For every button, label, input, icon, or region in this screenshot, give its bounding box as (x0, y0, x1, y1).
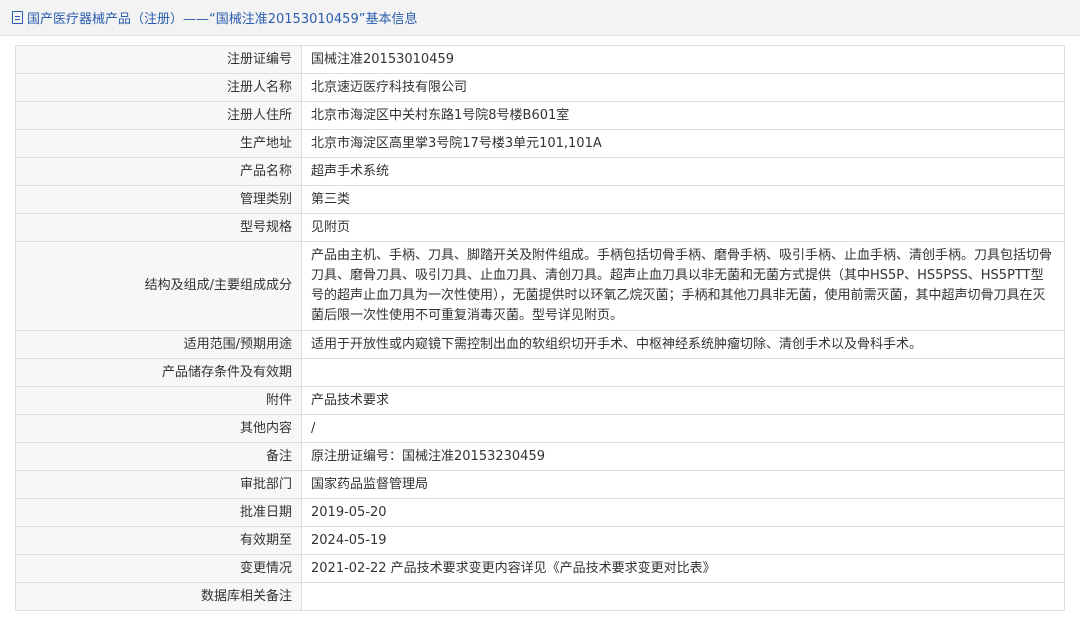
info-table-container: 注册证编号 国械注准20153010459 注册人名称 北京速迈医疗科技有限公司… (15, 45, 1065, 611)
document-icon (12, 11, 23, 24)
table-row: 审批部门 国家药品监督管理局 (15, 470, 1065, 499)
row-label: 产品名称 (15, 157, 302, 186)
row-value: 北京市海淀区中关村东路1号院8号楼B601室 (301, 101, 1065, 130)
table-row: 型号规格 见附页 (15, 213, 1065, 242)
info-table: 注册证编号 国械注准20153010459 注册人名称 北京速迈医疗科技有限公司… (15, 45, 1065, 611)
row-label: 附件 (15, 386, 302, 415)
table-row: 备注 原注册证编号：国械注准20153230459 (15, 442, 1065, 471)
row-label: 注册人住所 (15, 101, 302, 130)
table-row: 注册人住所 北京市海淀区中关村东路1号院8号楼B601室 (15, 101, 1065, 130)
page-header: 国产医疗器械产品（注册）——“国械注准20153010459”基本信息 (0, 0, 1080, 36)
row-value: 2024-05-19 (301, 526, 1065, 555)
row-value: 北京速迈医疗科技有限公司 (301, 73, 1065, 102)
row-label: 注册证编号 (15, 45, 302, 74)
table-row: 产品储存条件及有效期 (15, 358, 1065, 387)
table-row: 管理类别 第三类 (15, 185, 1065, 214)
row-value: 超声手术系统 (301, 157, 1065, 186)
row-value: 产品技术要求 (301, 386, 1065, 415)
row-value: 2021-02-22 产品技术要求变更内容详见《产品技术要求变更对比表》 (301, 554, 1065, 583)
page-title: 国产医疗器械产品（注册）——“国械注准20153010459”基本信息 (27, 12, 418, 27)
table-row: 适用范围/预期用途 适用于开放性或内窥镜下需控制出血的软组织切开手术、中枢神经系… (15, 330, 1065, 359)
row-value: 第三类 (301, 185, 1065, 214)
table-row: 产品名称 超声手术系统 (15, 157, 1065, 186)
row-value (301, 582, 1065, 611)
row-value: 原注册证编号：国械注准20153230459 (301, 442, 1065, 471)
row-label: 生产地址 (15, 129, 302, 158)
row-label: 结构及组成/主要组成成分 (15, 241, 302, 331)
row-value: 国家药品监督管理局 (301, 470, 1065, 499)
row-value: 北京市海淀区高里掌3号院17号楼3单元101,101A (301, 129, 1065, 158)
row-value: 适用于开放性或内窥镜下需控制出血的软组织切开手术、中枢神经系统肿瘤切除、清创手术… (301, 330, 1065, 359)
row-label: 型号规格 (15, 213, 302, 242)
table-row: 注册证编号 国械注准20153010459 (15, 45, 1065, 74)
row-label: 有效期至 (15, 526, 302, 555)
table-row: 批准日期 2019-05-20 (15, 498, 1065, 527)
row-label: 数据库相关备注 (15, 582, 302, 611)
row-label: 管理类别 (15, 185, 302, 214)
row-value (301, 358, 1065, 387)
row-label: 注册人名称 (15, 73, 302, 102)
table-row: 变更情况 2021-02-22 产品技术要求变更内容详见《产品技术要求变更对比表… (15, 554, 1065, 583)
row-label: 备注 (15, 442, 302, 471)
table-row: 注册人名称 北京速迈医疗科技有限公司 (15, 73, 1065, 102)
table-row: 有效期至 2024-05-19 (15, 526, 1065, 555)
row-value: 2019-05-20 (301, 498, 1065, 527)
row-value: / (301, 414, 1065, 443)
table-row: 附件 产品技术要求 (15, 386, 1065, 415)
table-row: 数据库相关备注 (15, 582, 1065, 611)
row-label: 其他内容 (15, 414, 302, 443)
table-row: 结构及组成/主要组成成分 产品由主机、手柄、刀具、脚踏开关及附件组成。手柄包括切… (15, 241, 1065, 331)
row-label: 产品储存条件及有效期 (15, 358, 302, 387)
table-row: 其他内容 / (15, 414, 1065, 443)
row-label: 变更情况 (15, 554, 302, 583)
table-row: 生产地址 北京市海淀区高里掌3号院17号楼3单元101,101A (15, 129, 1065, 158)
row-label: 审批部门 (15, 470, 302, 499)
row-value: 见附页 (301, 213, 1065, 242)
row-label: 批准日期 (15, 498, 302, 527)
row-value: 产品由主机、手柄、刀具、脚踏开关及附件组成。手柄包括切骨手柄、磨骨手柄、吸引手柄… (301, 241, 1065, 331)
row-value: 国械注准20153010459 (301, 45, 1065, 74)
row-label: 适用范围/预期用途 (15, 330, 302, 359)
